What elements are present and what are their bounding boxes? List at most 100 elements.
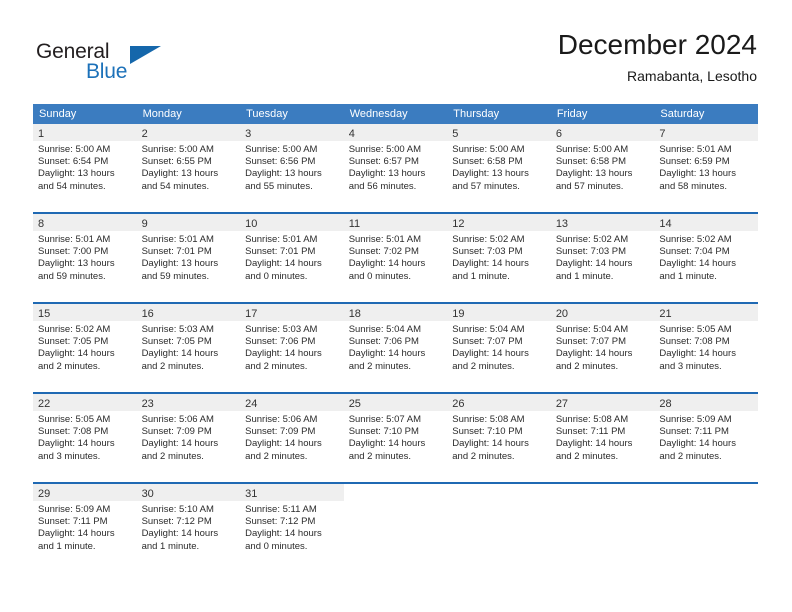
- day-number-band: 30: [136, 484, 241, 501]
- sunset-time: Sunset: 7:12 PM: [141, 516, 212, 528]
- sunset-time: Sunset: 7:09 PM: [141, 426, 212, 438]
- sunset-time: Sunset: 7:08 PM: [38, 426, 109, 438]
- day-number-band: 12: [447, 214, 551, 231]
- day-cell[interactable]: 17 Sunrise: 5:03 AM Sunset: 7:06 PM Dayligh…: [240, 304, 344, 392]
- page-subtitle-location: Ramabanta, Lesotho: [627, 68, 757, 84]
- day-cell[interactable]: 29 Sunrise: 5:09 AM Sunset: 7:11 PM Dayligh…: [33, 484, 137, 572]
- general-blue-logo: General Blue: [36, 40, 216, 88]
- daylight-duration-line2: and 57 minutes.: [555, 180, 624, 192]
- day-cell[interactable]: 15 Sunrise: 5:02 AM Sunset: 7:05 PM Dayligh…: [33, 304, 137, 392]
- day-number-band: 15: [33, 304, 137, 321]
- day-number: 20: [555, 308, 569, 320]
- sunrise-time: Sunrise: 5:02 AM: [38, 324, 111, 335]
- day-number: 13: [555, 218, 569, 230]
- day-number-band: 25: [343, 394, 448, 411]
- day-cell[interactable]: 9 Sunrise: 5:01 AM Sunset: 7:01 PM Daylight…: [136, 214, 241, 302]
- day-cell[interactable]: 21 Sunrise: 5:05 AM Sunset: 7:08 PM Dayligh…: [654, 304, 758, 392]
- weekday-header-row: Sunday Monday Tuesday Wednesday Thursday Frid…: [33, 104, 758, 124]
- daylight-duration-line1: Daylight: 14 hours: [659, 438, 736, 450]
- day-sun-info: Sunrise: 5:04 AM Sunset: 7:07 PM Daylight:…: [551, 321, 655, 373]
- sunset-time: Sunset: 7:10 PM: [452, 426, 523, 438]
- day-cell[interactable]: 20 Sunrise: 5:04 AM Sunset: 7:07 PM Dayligh…: [550, 304, 655, 392]
- day-cell[interactable]: 19 Sunrise: 5:04 AM Sunset: 7:07 PM Dayligh…: [447, 304, 551, 392]
- day-cell[interactable]: 28 Sunrise: 5:09 AM Sunset: 7:11 PM Dayligh…: [654, 394, 758, 482]
- day-cell[interactable]: 4 Sunrise: 5:00 AM Sunset: 6:57 PM Daylight…: [343, 124, 448, 212]
- day-cell-empty: [654, 484, 758, 572]
- day-cell[interactable]: 3 Sunrise: 5:00 AM Sunset: 6:56 PM Daylight…: [240, 124, 344, 212]
- daylight-duration-line2: and 2 minutes.: [452, 360, 515, 372]
- day-number-band: 3: [240, 124, 344, 141]
- daylight-duration-line1: Daylight: 14 hours: [245, 348, 322, 360]
- day-number-band: 21: [654, 304, 758, 321]
- day-cell[interactable]: 26 Sunrise: 5:08 AM Sunset: 7:10 PM Dayligh…: [447, 394, 551, 482]
- sunset-time: Sunset: 7:07 PM: [555, 336, 627, 348]
- day-number: 24: [245, 398, 258, 410]
- daylight-duration-line2: and 3 minutes.: [659, 360, 722, 372]
- day-sun-info: Sunrise: 5:09 AM Sunset: 7:11 PM Daylight:…: [654, 411, 758, 463]
- daylight-duration-line1: Daylight: 14 hours: [452, 258, 529, 270]
- day-sun-info: Sunrise: 5:07 AM Sunset: 7:10 PM Daylight:…: [344, 411, 448, 463]
- sunrise-time: Sunrise: 5:07 AM: [348, 414, 422, 425]
- day-sun-info: Sunrise: 5:11 AM Sunset: 7:12 PM Daylight:…: [240, 501, 344, 553]
- day-cell[interactable]: 8 Sunrise: 5:01 AM Sunset: 7:00 PM Daylight…: [33, 214, 137, 302]
- day-cell[interactable]: 5 Sunrise: 5:00 AM Sunset: 6:58 PM Daylight…: [447, 124, 551, 212]
- day-cell[interactable]: 23 Sunrise: 5:06 AM Sunset: 7:09 PM Dayligh…: [136, 394, 241, 482]
- day-number-band: 31: [240, 484, 344, 501]
- day-cell[interactable]: 14 Sunrise: 5:02 AM Sunset: 7:04 PM Dayligh…: [654, 214, 758, 302]
- day-cell[interactable]: 18 Sunrise: 5:04 AM Sunset: 7:06 PM Dayligh…: [343, 304, 448, 392]
- daylight-duration-line1: Daylight: 14 hours: [141, 528, 219, 540]
- day-cell[interactable]: 10 Sunrise: 5:01 AM Sunset: 7:01 PM Dayligh…: [240, 214, 344, 302]
- day-cell[interactable]: 16 Sunrise: 5:03 AM Sunset: 7:05 PM Dayligh…: [136, 304, 241, 392]
- sunrise-time: Sunrise: 5:06 AM: [245, 414, 318, 425]
- day-number-band: 17: [240, 304, 344, 321]
- day-sun-info: Sunrise: 5:01 AM Sunset: 7:00 PM Daylight:…: [33, 231, 137, 283]
- day-cell[interactable]: 1 Sunrise: 5:00 AM Sunset: 6:54 PM Daylight…: [33, 124, 137, 212]
- logo-text-blue: Blue: [86, 60, 128, 83]
- day-cell[interactable]: 30 Sunrise: 5:10 AM Sunset: 7:12 PM Dayligh…: [136, 484, 241, 572]
- day-number: 12: [452, 218, 465, 230]
- sunrise-time: Sunrise: 5:00 AM: [38, 144, 111, 155]
- day-cell[interactable]: 7 Sunrise: 5:01 AM Sunset: 6:59 PM Daylight…: [654, 124, 758, 212]
- day-cell[interactable]: 24 Sunrise: 5:06 AM Sunset: 7:09 PM Dayligh…: [240, 394, 344, 482]
- daylight-duration-line2: and 54 minutes.: [38, 180, 106, 192]
- day-number-band: 23: [136, 394, 241, 411]
- sunset-time: Sunset: 7:01 PM: [245, 246, 316, 258]
- day-sun-info: Sunrise: 5:08 AM Sunset: 7:10 PM Daylight:…: [447, 411, 551, 463]
- daylight-duration-line1: Daylight: 13 hours: [38, 258, 115, 270]
- day-cell[interactable]: 6 Sunrise: 5:00 AM Sunset: 6:58 PM Daylight…: [550, 124, 655, 212]
- day-number: 7: [659, 128, 666, 140]
- day-cell[interactable]: 2 Sunrise: 5:00 AM Sunset: 6:55 PM Daylight…: [136, 124, 241, 212]
- day-number-band: 20: [550, 304, 655, 321]
- daylight-duration-line2: and 2 minutes.: [141, 360, 204, 372]
- day-number: 30: [141, 488, 154, 500]
- sunrise-time: Sunrise: 5:04 AM: [348, 324, 422, 335]
- day-cell[interactable]: 13 Sunrise: 5:02 AM Sunset: 7:03 PM Dayligh…: [550, 214, 655, 302]
- day-number-band: [550, 484, 655, 501]
- daylight-duration-line1: Daylight: 13 hours: [141, 258, 219, 270]
- daylight-duration-line1: Daylight: 14 hours: [141, 348, 219, 360]
- sunrise-time: Sunrise: 5:04 AM: [452, 324, 525, 335]
- day-sun-info: Sunrise: 5:05 AM Sunset: 7:08 PM Daylight:…: [654, 321, 758, 373]
- sunrise-time: Sunrise: 5:09 AM: [38, 504, 111, 515]
- day-number-band: 14: [654, 214, 758, 231]
- daylight-duration-line1: Daylight: 14 hours: [38, 348, 115, 360]
- calendar-week-row: 15 Sunrise: 5:02 AM Sunset: 7:05 PM Dayligh…: [33, 302, 758, 392]
- day-sun-info: Sunrise: 5:04 AM Sunset: 7:06 PM Daylight:…: [344, 321, 448, 373]
- day-cell[interactable]: 31 Sunrise: 5:11 AM Sunset: 7:12 PM Dayligh…: [240, 484, 344, 572]
- day-sun-info: Sunrise: 5:03 AM Sunset: 7:06 PM Daylight:…: [240, 321, 344, 373]
- daylight-duration-line1: Daylight: 14 hours: [452, 348, 529, 360]
- day-cell[interactable]: 12 Sunrise: 5:02 AM Sunset: 7:03 PM Dayligh…: [447, 214, 551, 302]
- day-cell[interactable]: 11 Sunrise: 5:01 AM Sunset: 7:02 PM Dayligh…: [343, 214, 448, 302]
- day-cell[interactable]: 25 Sunrise: 5:07 AM Sunset: 7:10 PM Dayligh…: [343, 394, 448, 482]
- day-sun-info: Sunrise: 5:00 AM Sunset: 6:57 PM Daylight:…: [344, 141, 448, 193]
- page-title: December 2024: [557, 29, 757, 60]
- day-cell[interactable]: 22 Sunrise: 5:05 AM Sunset: 7:08 PM Dayligh…: [33, 394, 137, 482]
- weekday-header-wednesday: Wednesday: [349, 108, 408, 120]
- sunset-time: Sunset: 6:58 PM: [555, 156, 627, 168]
- day-number-band: 28: [654, 394, 758, 411]
- day-number-band: 1: [33, 124, 137, 141]
- day-cell[interactable]: 27 Sunrise: 5:08 AM Sunset: 7:11 PM Dayligh…: [550, 394, 655, 482]
- sunset-time: Sunset: 7:11 PM: [659, 426, 729, 438]
- daylight-duration-line1: Daylight: 14 hours: [38, 438, 115, 450]
- sunset-time: Sunset: 7:00 PM: [38, 246, 109, 258]
